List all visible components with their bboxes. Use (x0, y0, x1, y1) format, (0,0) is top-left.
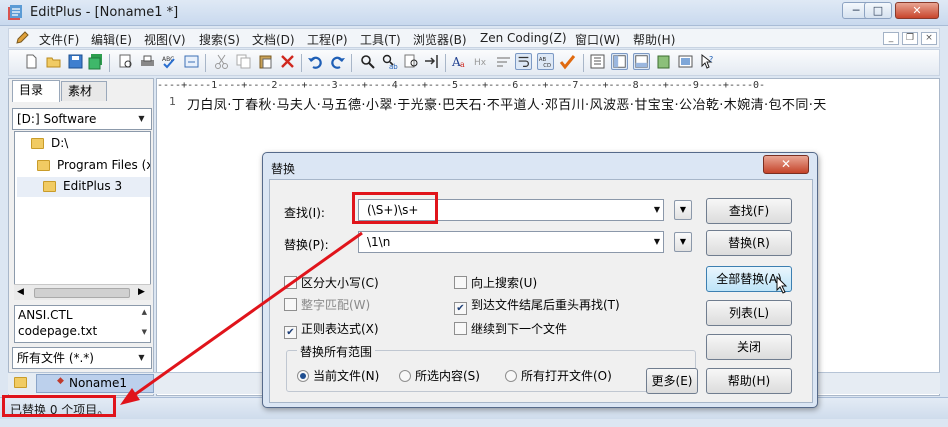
annotation-arrow (120, 231, 363, 405)
